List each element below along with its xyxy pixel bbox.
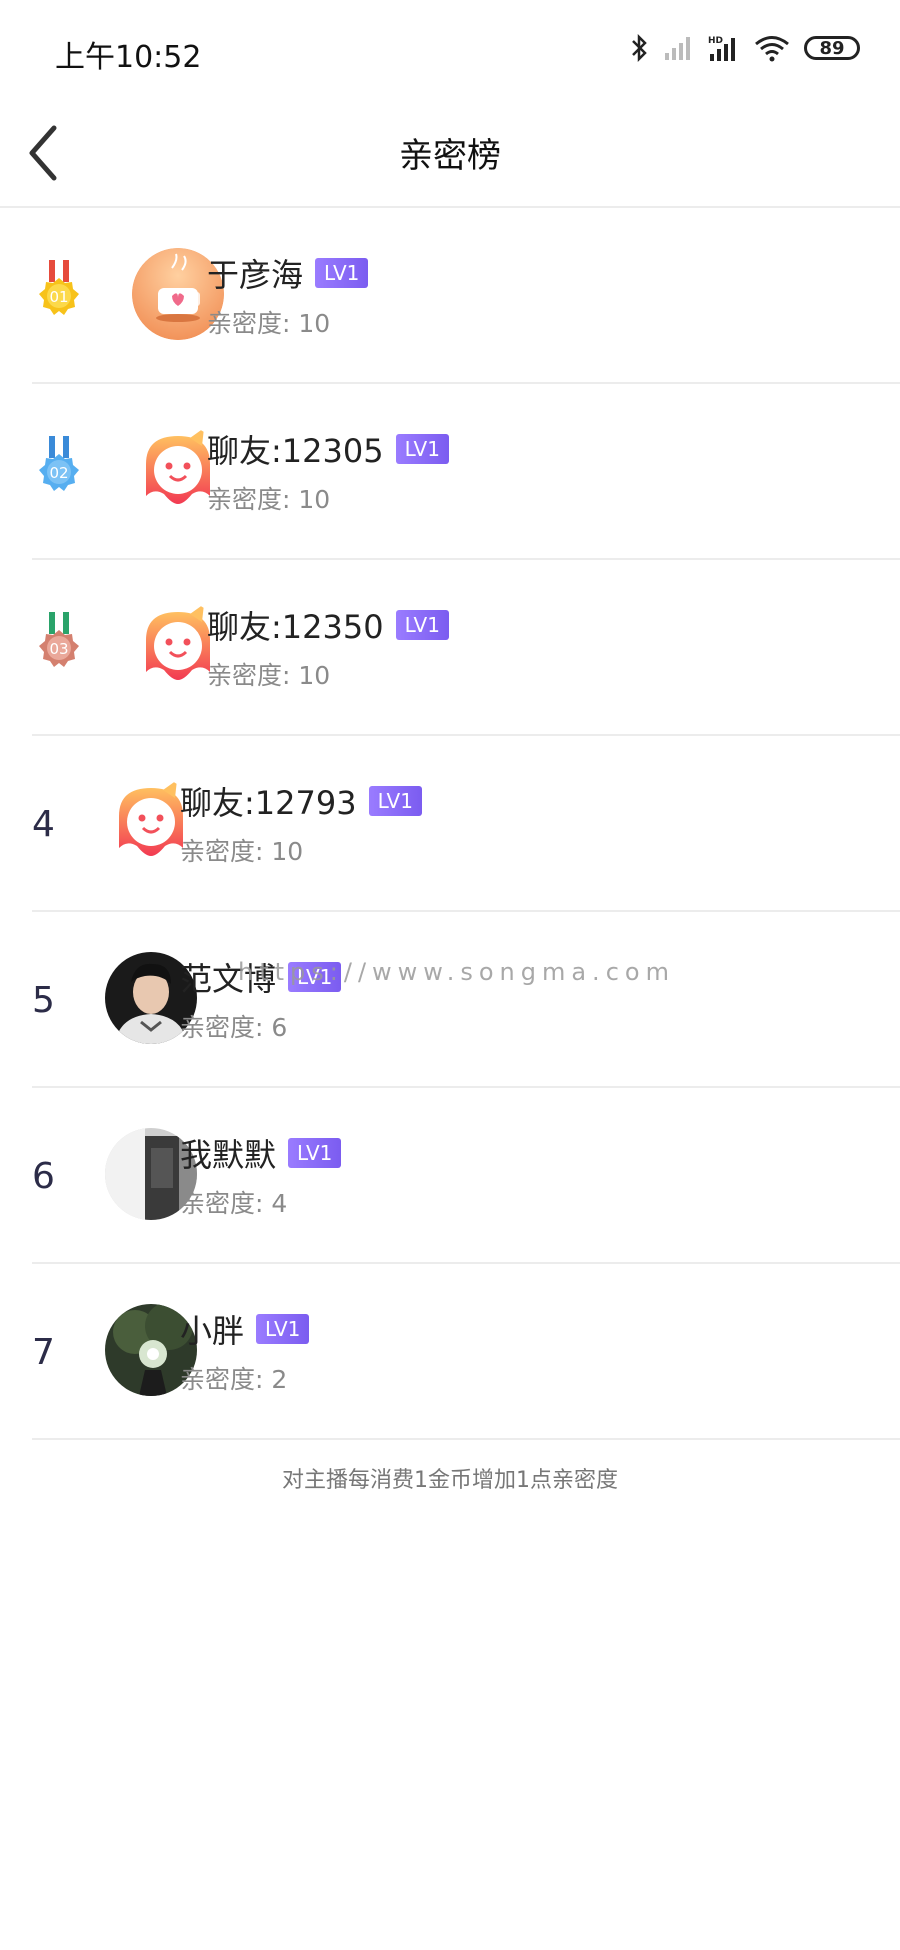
intimacy-score: 亲密度: 10 bbox=[207, 485, 331, 514]
level-badge: LV1 bbox=[288, 1138, 342, 1168]
watermark: https://www.songma.com bbox=[238, 958, 675, 986]
gold-medal-icon: 01 bbox=[39, 260, 79, 315]
level-badge: LV1 bbox=[395, 610, 449, 640]
user-name: 于彦海 bbox=[207, 256, 304, 294]
level-badge: LV1 bbox=[315, 258, 369, 288]
level-badge: LV1 bbox=[368, 786, 422, 816]
wifi-icon bbox=[755, 36, 789, 62]
bronze-medal-icon: 03 bbox=[39, 612, 79, 667]
list-item[interactable]: 7 小胖 LV1 亲密度: 2 bbox=[32, 1264, 900, 1440]
intimacy-score: 亲密度: 10 bbox=[207, 309, 331, 338]
status-time: 上午10:52 bbox=[55, 40, 202, 75]
intimacy-score: 亲密度: 2 bbox=[180, 1365, 288, 1394]
intimacy-ranking-list: 01 于彦海 LV1 亲密度: 10 02 聊友:12305 LV1 亲密度: … bbox=[0, 208, 900, 1440]
intimacy-score: 亲密度: 10 bbox=[207, 661, 331, 690]
silver-medal-icon: 02 bbox=[39, 436, 79, 491]
rank-number: 5 bbox=[32, 980, 55, 1021]
list-item[interactable]: 5 范文博 LV1 亲密度: 6 bbox=[32, 912, 900, 1088]
signal-icon bbox=[665, 37, 690, 60]
rank-number: 4 bbox=[32, 804, 55, 845]
user-name: 聊友:12350 bbox=[207, 608, 384, 646]
rank-number: 7 bbox=[32, 1332, 55, 1373]
list-item[interactable]: 4 聊友:12793 LV1 亲密度: 10 bbox=[32, 736, 900, 912]
battery-icon: 89 bbox=[804, 36, 860, 60]
list-item[interactable]: 01 于彦海 LV1 亲密度: 10 bbox=[32, 208, 900, 384]
intimacy-rule-note: 对主播每消费1金币增加1点亲密度 bbox=[282, 1468, 618, 1493]
user-name: 聊友:12793 bbox=[180, 784, 357, 822]
rank-number: 6 bbox=[32, 1156, 55, 1197]
intimacy-score: 亲密度: 10 bbox=[180, 837, 304, 866]
level-badge: LV1 bbox=[395, 434, 449, 464]
svg-text:02: 02 bbox=[49, 464, 68, 482]
nav-bar: 亲密榜 bbox=[0, 100, 900, 208]
status-icons: HD 89 bbox=[630, 28, 860, 68]
status-bar: 上午10:52 HD 89 bbox=[0, 0, 900, 100]
list-item[interactable]: 6 我默默 LV1 亲密度: 4 bbox=[32, 1088, 900, 1264]
intimacy-score: 亲密度: 4 bbox=[180, 1189, 288, 1218]
svg-text:03: 03 bbox=[49, 640, 68, 658]
intimacy-score: 亲密度: 6 bbox=[180, 1013, 288, 1042]
level-badge: LV1 bbox=[256, 1314, 310, 1344]
svg-text:01: 01 bbox=[49, 288, 68, 306]
user-name: 小胖 bbox=[180, 1312, 245, 1350]
hd-signal-icon: HD bbox=[708, 36, 735, 61]
user-name: 聊友:12305 bbox=[207, 432, 384, 470]
list-item[interactable]: 02 聊友:12305 LV1 亲密度: 10 bbox=[32, 384, 900, 560]
list-item[interactable]: 03 聊友:12350 LV1 亲密度: 10 bbox=[32, 560, 900, 736]
bluetooth-icon bbox=[632, 33, 647, 63]
page-title: 亲密榜 bbox=[399, 136, 501, 176]
user-name: 我默默 bbox=[180, 1136, 277, 1174]
svg-text:HD: HD bbox=[708, 36, 723, 46]
